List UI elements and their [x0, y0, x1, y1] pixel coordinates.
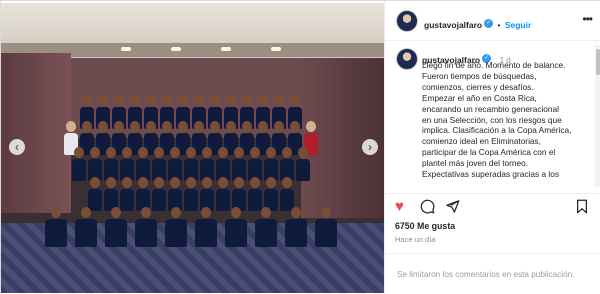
player [285, 207, 307, 247]
ceiling-light [171, 47, 181, 51]
comments-disabled-notice: Se limitaron los comentarios en esta pub… [397, 270, 575, 279]
player [232, 177, 246, 211]
player [280, 177, 294, 211]
caption-text: Llegó fin de año. Momento de balance. Fu… [422, 60, 594, 180]
scrollbar-thumb[interactable] [596, 49, 600, 75]
player [264, 177, 278, 211]
ceiling-light [221, 47, 231, 51]
verified-badge-icon: ✓ [484, 19, 494, 29]
caption-line: Empezar el año en Costa Rica, [422, 92, 537, 103]
caption-line: plantel más joven del torneo. [422, 158, 529, 169]
player [120, 147, 134, 181]
separator-dot: • [497, 21, 501, 30]
player [296, 147, 310, 181]
caption-line: Fueron tiempos de búsquedas, [422, 70, 537, 81]
post-side-panel: gustavojalfaro ✓ • Seguir ••• gustavojalf… [384, 1, 600, 294]
player [88, 177, 102, 211]
post-photo[interactable]: ‹ › [1, 3, 384, 293]
ceiling-light [271, 47, 281, 51]
player [136, 177, 150, 211]
caption-line: participar de la Copa América con el [422, 147, 556, 158]
player [165, 207, 187, 247]
caption-line: Llegó fin de año. Momento de balance. [422, 60, 566, 70]
player [168, 147, 182, 181]
player [104, 177, 118, 211]
player [315, 207, 337, 247]
player [45, 207, 67, 247]
player [195, 207, 217, 247]
team-row [31, 177, 351, 211]
caption-line: comienzos, cierres y desafíos. [422, 81, 534, 92]
comment-icon[interactable] [420, 199, 435, 218]
team-group [31, 95, 351, 270]
player [184, 177, 198, 211]
instagram-post-dialog: ‹ › gustavojalfaro ✓ • Seguir ••• gustavo… [0, 0, 600, 294]
player [135, 207, 157, 247]
comments-footer: Se limitaron los comentarios en esta pub… [385, 253, 600, 294]
more-options-icon[interactable]: ••• [582, 12, 593, 26]
player [152, 147, 166, 181]
follow-button[interactable]: Seguir [505, 20, 531, 30]
player [216, 147, 230, 181]
caption-line: encarando un recambio generacional [422, 103, 559, 114]
avatar[interactable] [396, 10, 418, 32]
player [248, 147, 262, 181]
like-count[interactable]: 6750 Me gusta [395, 221, 455, 231]
player [264, 147, 278, 181]
caption-line: Expectativas superadas gracias a los [422, 169, 559, 180]
player [75, 207, 97, 247]
post-timestamp: Hace un día [395, 235, 436, 244]
player [280, 147, 294, 181]
player [88, 147, 102, 181]
carousel-prev-button[interactable]: ‹ [9, 139, 25, 155]
action-bar: ♥ [385, 193, 600, 219]
player [216, 177, 230, 211]
ceiling-light [121, 47, 131, 51]
player [72, 147, 86, 181]
player [184, 147, 198, 181]
caption-line: en una Selección, con los riesgos que [422, 114, 562, 125]
player [248, 177, 262, 211]
caption-line: comienzo ideal en Eliminatorias, [422, 136, 541, 147]
post-header: gustavojalfaro ✓ • Seguir ••• [385, 1, 600, 41]
header-user-line: gustavojalfaro ✓ • Seguir [424, 15, 531, 33]
caption-line: implica. Clasificación a la Copa América… [422, 125, 572, 136]
player [225, 207, 247, 247]
player [200, 147, 214, 181]
caption-scrollbar[interactable] [595, 45, 600, 187]
player [120, 177, 134, 211]
player [232, 147, 246, 181]
caption-area: gustavojalfaro ✓ 1 d Llegó fin de año. Mo… [385, 41, 597, 187]
avatar[interactable] [396, 48, 418, 70]
player [200, 177, 214, 211]
player [152, 177, 166, 211]
bookmark-icon[interactable] [575, 199, 589, 218]
player [255, 207, 277, 247]
send-icon[interactable] [445, 199, 460, 218]
heart-filled-icon[interactable]: ♥ [395, 199, 404, 215]
carousel-next-button[interactable]: › [362, 139, 378, 155]
player [136, 147, 150, 181]
team-row [31, 147, 351, 181]
username-link[interactable]: gustavojalfaro [424, 20, 482, 30]
player [168, 177, 182, 211]
team-row [31, 207, 351, 247]
player [104, 147, 118, 181]
player [105, 207, 127, 247]
